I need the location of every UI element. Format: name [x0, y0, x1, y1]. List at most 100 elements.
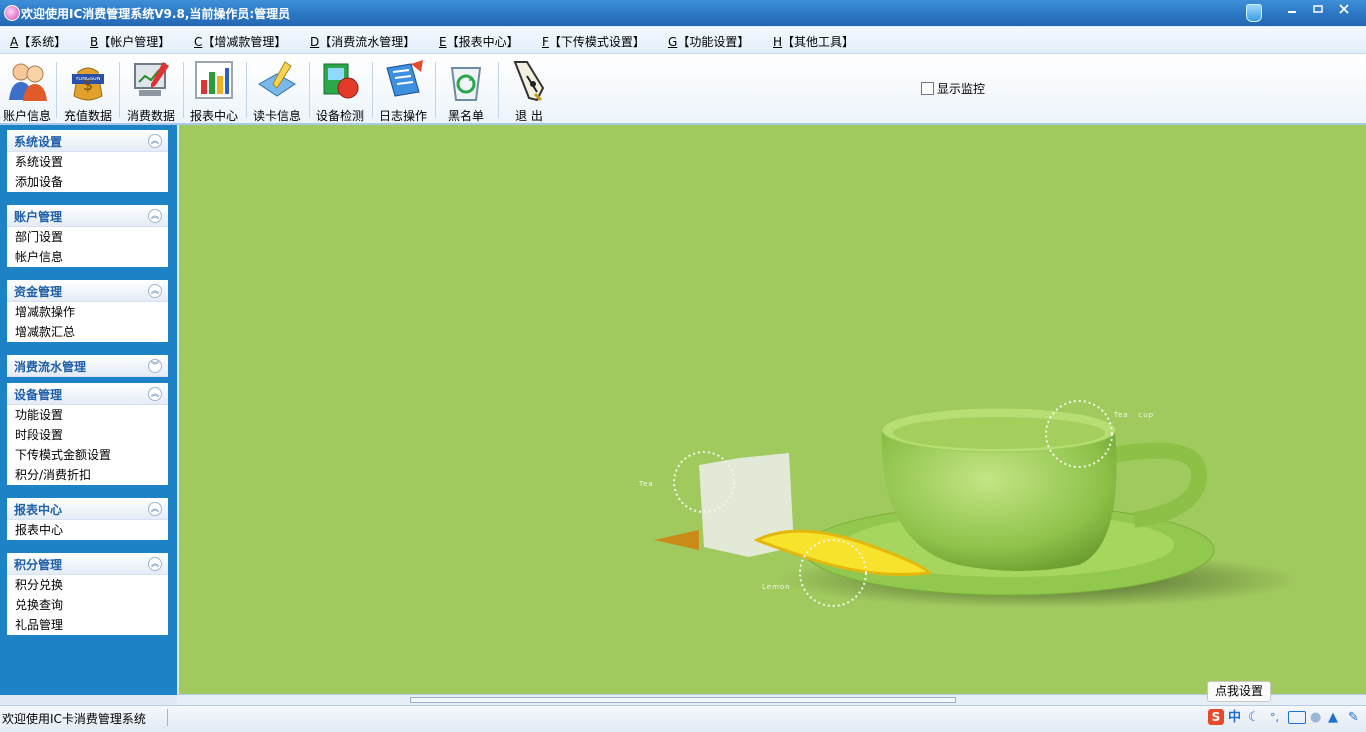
menu-report[interactable]: E【报表中心】 — [439, 33, 519, 50]
toolbar-consume-data-button[interactable]: 消费数据 — [122, 56, 180, 123]
wallpaper-label-tea: Tea — [639, 480, 654, 488]
wrench-icon[interactable]: ✎ — [1348, 709, 1359, 727]
toolbar-exit-button[interactable]: 退 出 — [500, 56, 558, 123]
collapse-icon[interactable]: ︽ — [148, 284, 162, 298]
close-button[interactable] — [1331, 1, 1357, 17]
panel-header[interactable]: 设备管理 ︽ — [7, 383, 168, 405]
sidebar: 系统设置 ︽ 系统设置 添加设备 账户管理 ︽ 部门设置 帐户信息 资金管理 ︽… — [0, 125, 177, 695]
sidebar-item-add-device[interactable]: 添加设备 — [7, 172, 168, 192]
sidebar-item-account-info[interactable]: 帐户信息 — [7, 247, 168, 267]
device-check-icon — [318, 58, 362, 102]
half-width-moon-icon[interactable]: ☾ — [1248, 709, 1260, 727]
wallpaper-label-lemon: Lemon — [762, 583, 791, 591]
minimize-button[interactable] — [1279, 1, 1305, 17]
show-monitor-label: 显示监控 — [937, 82, 986, 96]
sidebar-item-department[interactable]: 部门设置 — [7, 227, 168, 247]
toolbar-label: 账户信息 — [2, 109, 51, 123]
panel-header[interactable]: 资金管理 ︽ — [7, 280, 168, 302]
panel-title: 账户管理 — [14, 210, 63, 224]
sidebar-item-adjust-summary[interactable]: 增减款汇总 — [7, 322, 168, 342]
sidebar-item-adjust-op[interactable]: 增减款操作 — [7, 302, 168, 322]
sidebar-item-exchange-query[interactable]: 兑换查询 — [7, 595, 168, 615]
checkbox-box[interactable] — [921, 82, 934, 95]
recharge-badge: YONGSUN — [75, 77, 101, 82]
toolbar-account-info-button[interactable]: 账户信息 — [0, 56, 56, 123]
punctuation-icon[interactable]: °, — [1270, 709, 1279, 727]
toolbar-separator — [56, 62, 57, 118]
collapse-icon[interactable]: ︽ — [148, 134, 162, 148]
panel-header[interactable]: 积分管理 ︽ — [7, 553, 168, 575]
collapse-icon[interactable]: ︽ — [148, 209, 162, 223]
toolbar-label: 消费数据 — [126, 109, 175, 123]
menu-tools[interactable]: H【其他工具】 — [773, 33, 854, 50]
toolbar-device-check-button[interactable]: 设备检测 — [311, 56, 369, 123]
toolbar-label: 充值数据 — [63, 109, 112, 123]
ime-tooltip[interactable]: 点我设置 — [1207, 681, 1272, 702]
menu-key: E — [439, 35, 447, 49]
sidebar-item-system-settings[interactable]: 系统设置 — [7, 152, 168, 172]
main-canvas: Tea cup Tea Lemon — [179, 125, 1366, 694]
splitter-grip[interactable] — [410, 697, 956, 703]
toolbar-log-button[interactable]: 日志操作 — [374, 56, 432, 123]
skin-shirt-icon[interactable]: ▲ — [1328, 709, 1338, 727]
toolbar-report-center-button[interactable]: 报表中心 — [185, 56, 243, 123]
toolbar: 账户信息 $ YONGSUN 充值数据 消费数据 报表中心 读卡信息 设备检测 … — [0, 54, 1366, 125]
collapse-icon[interactable]: ︽ — [148, 502, 162, 516]
bar-chart-icon — [192, 58, 236, 102]
panel-system-settings: 系统设置 ︽ 系统设置 添加设备 — [7, 130, 168, 192]
collapse-icon[interactable]: ︽ — [148, 557, 162, 571]
menu-key: H — [773, 35, 783, 49]
menu-key: G — [668, 35, 678, 49]
ime-mode-toggle[interactable]: 中 — [1228, 709, 1241, 727]
sogou-icon[interactable]: S — [1208, 709, 1224, 725]
toolbar-label: 读卡信息 — [252, 109, 301, 123]
menu-key: A — [10, 35, 19, 49]
skin-icon[interactable] — [1246, 4, 1262, 22]
splitter-bar[interactable] — [177, 694, 1366, 705]
sidebar-item-function-settings[interactable]: 功能设置 — [7, 405, 168, 425]
tea-cup-wallpaper — [654, 400, 1299, 608]
monitor-pen-icon — [129, 58, 173, 102]
menu-label: 【系统】 — [18, 35, 67, 49]
users-icon — [5, 58, 49, 102]
sidebar-item-report-center[interactable]: 报表中心 — [7, 520, 168, 540]
collapse-icon[interactable]: ︽ — [148, 387, 162, 401]
sidebar-item-download-amount[interactable]: 下传模式金额设置 — [7, 445, 168, 465]
menu-account[interactable]: B【帐户管理】 — [90, 33, 170, 50]
keyboard-icon[interactable] — [1288, 711, 1306, 724]
toolbar-label: 日志操作 — [378, 109, 427, 123]
toolbar-read-card-button[interactable]: 读卡信息 — [248, 56, 306, 123]
toolbar-recharge-button[interactable]: $ YONGSUN 充值数据 — [59, 56, 117, 123]
menu-label: 【其他工具】 — [782, 35, 855, 49]
ime-toolbar: S 中 ☾ °, ● ▲ ✎ — [1206, 708, 1366, 728]
maximize-button[interactable] — [1305, 1, 1331, 17]
money-bag-icon: $ YONGSUN — [66, 58, 110, 102]
show-monitor-checkbox[interactable]: 显示监控 — [921, 80, 985, 97]
toolbar-label: 报表中心 — [189, 109, 238, 123]
panel-header[interactable]: 报表中心 ︽ — [7, 498, 168, 520]
panel-header[interactable]: 消费流水管理 ︾ — [7, 355, 168, 377]
panel-device-management: 设备管理 ︽ 功能设置 时段设置 下传模式金额设置 积分/消费折扣 — [7, 383, 168, 485]
panel-consume-flow: 消费流水管理 ︾ — [7, 355, 168, 377]
sidebar-item-points-discount[interactable]: 积分/消费折扣 — [7, 465, 168, 485]
sidebar-item-gift-management[interactable]: 礼品管理 — [7, 615, 168, 635]
menu-download-mode[interactable]: F【下传模式设置】 — [542, 33, 645, 50]
panel-header[interactable]: 账户管理 ︽ — [7, 205, 168, 227]
user-icon[interactable]: ● — [1310, 709, 1321, 727]
expand-icon[interactable]: ︾ — [148, 359, 162, 373]
pen-nib-exit-icon — [507, 58, 551, 102]
status-bar: 欢迎使用IC卡消费管理系统 — [0, 705, 1366, 732]
card-reader-icon — [255, 58, 299, 102]
title-bar: 欢迎使用IC消费管理系统V9.8,当前操作员:管理员 — [0, 0, 1366, 26]
sidebar-item-points-exchange[interactable]: 积分兑换 — [7, 575, 168, 595]
panel-fund-management: 资金管理 ︽ 增减款操作 增减款汇总 — [7, 280, 168, 342]
panel-title: 系统设置 — [14, 135, 63, 149]
sidebar-item-time-settings[interactable]: 时段设置 — [7, 425, 168, 445]
menu-system[interactable]: A【系统】 — [10, 33, 66, 50]
menu-flow[interactable]: D【消费流水管理】 — [310, 33, 415, 50]
toolbar-label: 设备检测 — [315, 109, 364, 123]
menu-adjust[interactable]: C【增减款管理】 — [194, 33, 286, 50]
panel-header[interactable]: 系统设置 ︽ — [7, 130, 168, 152]
menu-function[interactable]: G【功能设置】 — [668, 33, 749, 50]
toolbar-blacklist-button[interactable]: 黑名单 — [437, 56, 495, 123]
